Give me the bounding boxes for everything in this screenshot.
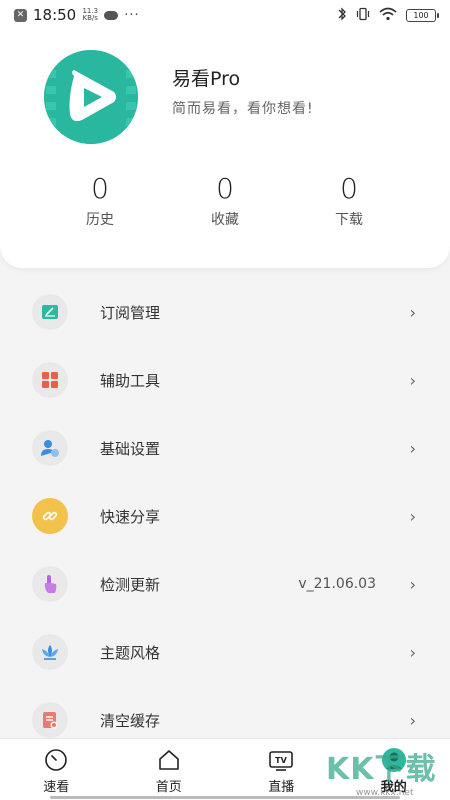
menu-item-settings[interactable]: 基础设置 › (0, 414, 450, 482)
wifi-icon (379, 7, 397, 24)
menu-item-subscriptions[interactable]: 订阅管理 › (0, 278, 450, 346)
net-speed: 11.3 KB/s (82, 8, 98, 22)
version-value: v_21.06.03 (298, 576, 376, 592)
vibrate-icon (356, 7, 370, 24)
tab-live[interactable]: TV 直播 (225, 739, 338, 800)
clear-cache-icon (32, 702, 68, 738)
tab-label: 首页 (155, 779, 182, 795)
chevron-right-icon: › (409, 438, 416, 458)
menu-label: 清空缓存 (100, 711, 161, 730)
stat-history-label: 历史 (86, 212, 114, 228)
menu-label: 主题风格 (100, 643, 161, 662)
app-slogan: 简而易看，看你想看! (172, 101, 314, 117)
tab-home[interactable]: 首页 (113, 739, 226, 800)
profile-card: 易看Pro 简而易看，看你想看! 0 历史 0 收藏 0 下载 (0, 30, 450, 268)
net-speed-unit: KB/s (82, 14, 98, 22)
menu-label: 快速分享 (100, 507, 161, 526)
app-name: 易看Pro (172, 68, 241, 90)
status-time: 18:50 (33, 6, 77, 24)
svg-text:TV: TV (275, 756, 287, 765)
cloud-icon (104, 10, 119, 20)
home-indicator (50, 796, 400, 799)
menu-label: 订阅管理 (100, 303, 161, 322)
play-logo-icon[interactable] (44, 50, 138, 144)
link-share-icon (32, 498, 68, 534)
stat-favorites[interactable]: 0 收藏 (185, 172, 265, 229)
battery-icon: 100 (406, 8, 439, 22)
more-notifications-icon: ··· (124, 7, 140, 23)
user-settings-icon (32, 430, 68, 466)
tab-label: 直播 (268, 779, 295, 795)
chevron-right-icon: › (409, 574, 416, 594)
menu-item-update[interactable]: 检测更新 v_21.06.03 › (0, 550, 450, 618)
theme-lotus-icon (32, 634, 68, 670)
menu-label: 检测更新 (100, 575, 161, 594)
tab-label: 速看 (43, 779, 70, 795)
update-hand-icon (32, 566, 68, 602)
chevron-right-icon: › (409, 642, 416, 662)
tools-grid-icon (32, 362, 68, 398)
subscribe-icon (32, 294, 68, 330)
menu-item-tools[interactable]: 辅助工具 › (0, 346, 450, 414)
clock-icon (43, 747, 69, 773)
chevron-right-icon: › (409, 370, 416, 390)
stat-downloads-label: 下载 (335, 212, 363, 228)
menu-label: 辅助工具 (100, 371, 161, 390)
stat-favorites-count: 0 (216, 172, 234, 205)
menu-item-theme[interactable]: 主题风格 › (0, 618, 450, 686)
stat-downloads[interactable]: 0 下载 (309, 172, 389, 229)
bluetooth-icon (337, 6, 347, 24)
tab-quick-view[interactable]: 速看 (0, 739, 113, 800)
chevron-right-icon: › (409, 506, 416, 526)
watermark-logo: KK下载 (326, 752, 437, 787)
notification-close-icon: ✕ (14, 8, 27, 22)
status-bar: ✕ 18:50 11.3 KB/s ··· 100 (0, 0, 450, 30)
stat-favorites-label: 收藏 (211, 212, 239, 228)
stat-history-count: 0 (91, 172, 109, 205)
stat-downloads-count: 0 (340, 172, 358, 205)
home-icon (156, 747, 182, 773)
chevron-right-icon: › (409, 302, 416, 322)
menu-item-share[interactable]: 快速分享 › (0, 482, 450, 550)
battery-level: 100 (413, 10, 429, 20)
chevron-right-icon: › (409, 710, 416, 730)
menu-label: 基础设置 (100, 439, 161, 458)
stat-history[interactable]: 0 历史 (60, 172, 140, 229)
tv-icon: TV (268, 747, 294, 773)
